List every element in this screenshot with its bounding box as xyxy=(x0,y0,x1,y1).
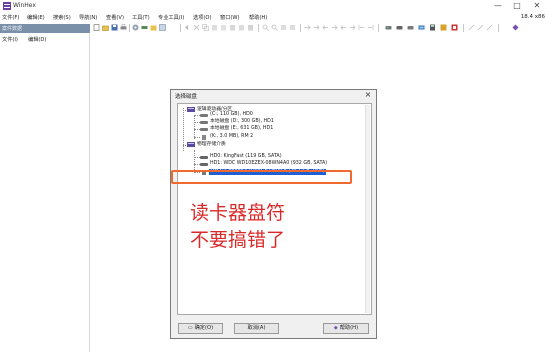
title-bar: WinHex — □ ✕ xyxy=(0,0,549,13)
drive-icon xyxy=(200,114,208,117)
dialog-close-button[interactable]: × xyxy=(363,90,373,99)
paste-icon[interactable] xyxy=(211,24,218,31)
winhex-help-icon[interactable] xyxy=(512,24,519,31)
menu-navigation[interactable]: 导航(N) xyxy=(79,14,97,21)
case-data-panel: 案件数据 文件(I) 编辑(D) xyxy=(0,24,90,352)
drive-icon xyxy=(200,128,208,131)
goto-offset-icon[interactable] xyxy=(304,24,311,31)
calculator-icon[interactable] xyxy=(429,24,436,31)
back-icon[interactable] xyxy=(322,24,329,31)
menu-search[interactable]: 搜索(S) xyxy=(53,14,71,21)
menu-tools[interactable]: 工具(T) xyxy=(132,14,150,21)
case-data-menu: 文件(I) 编辑(D) xyxy=(0,36,90,44)
drive-item-c[interactable]: (C:, 110 GB), HD0 xyxy=(210,112,253,118)
help-button-label: 帮助(H) xyxy=(339,325,359,331)
case-data-title: 案件数据 xyxy=(2,26,23,32)
folder-icon[interactable] xyxy=(150,24,157,31)
drive-item-d[interactable]: 本地磁盘 (D:, 300 GB), HD1 xyxy=(210,119,274,125)
physical-disk-hd1[interactable]: HD1: WDC WD10EZEX-08WN4A0 (932 GB, SATA) xyxy=(210,161,327,167)
annotation-text: 读卡器盘符 不要搞错了 xyxy=(190,202,286,251)
menu-view[interactable]: 查看(V) xyxy=(106,14,124,21)
open-disk-icon[interactable] xyxy=(385,24,392,31)
hash-icon[interactable] xyxy=(440,24,447,31)
hard-disk-icon xyxy=(200,163,208,166)
hard-disk-icon xyxy=(200,156,208,159)
ok-button-label: 确定(O) xyxy=(194,325,214,331)
ok-button[interactable]: ▭ 确定(O) xyxy=(178,323,223,334)
winhex-app-icon xyxy=(3,2,11,10)
last-sector-icon[interactable] xyxy=(367,24,374,31)
case-menu-file[interactable]: 文件(I) xyxy=(2,36,18,43)
ok-disk-icon: ▭ xyxy=(187,325,193,331)
selected-disk-highlight xyxy=(171,170,352,184)
open-file-icon[interactable] xyxy=(102,24,109,31)
case-menu-edit[interactable]: 编辑(D) xyxy=(28,36,46,43)
menu-edit[interactable]: 编辑(E) xyxy=(27,14,45,21)
next-sector-icon[interactable] xyxy=(349,24,356,31)
case-data-header: 案件数据 xyxy=(0,24,90,33)
drive-item-k[interactable]: (K:, 3.0 MB), RM 2 xyxy=(210,134,253,140)
menu-options[interactable]: 选项(O) xyxy=(193,14,212,21)
ram-editor-icon[interactable] xyxy=(418,24,425,31)
window-title: WinHex xyxy=(13,2,36,9)
drive-icon xyxy=(200,121,208,124)
ram-icon[interactable] xyxy=(141,24,148,31)
write-clipboard-icon[interactable] xyxy=(229,24,236,31)
undo-icon[interactable] xyxy=(184,24,191,31)
modify-data-icon[interactable] xyxy=(238,24,245,31)
paste-zero-icon[interactable] xyxy=(220,24,227,31)
replace-text-icon[interactable] xyxy=(280,24,287,31)
cancel-button-label: 取消(A) xyxy=(247,325,266,331)
physical-disk-hd0[interactable]: HD0: KingFast (119 GB, SATA) xyxy=(210,154,282,160)
properties-icon[interactable] xyxy=(159,24,166,31)
minimize-button[interactable]: — xyxy=(491,0,505,12)
removable-drive-icon xyxy=(202,135,206,140)
print-icon[interactable] xyxy=(120,24,127,31)
help-button[interactable]: ◆ 帮助(H) xyxy=(323,323,369,334)
tool-b-icon[interactable] xyxy=(477,24,484,31)
physical-media-group-icon xyxy=(187,142,195,147)
fill-block-icon[interactable] xyxy=(247,24,254,31)
version-label: 18.4 x86 xyxy=(520,14,545,20)
analyze-icon[interactable] xyxy=(451,24,458,31)
first-sector-icon[interactable] xyxy=(358,24,365,31)
drive-item-e[interactable]: 本地磁盘 (E:, 631 GB), HD1 xyxy=(210,126,273,132)
tool-c-icon[interactable] xyxy=(486,24,493,31)
menu-help[interactable]: 帮助(H) xyxy=(249,14,267,21)
help-icon: ◆ xyxy=(333,325,338,331)
cut-icon[interactable] xyxy=(193,24,200,31)
find-hex-icon[interactable] xyxy=(271,24,278,31)
replace-hex-icon[interactable] xyxy=(289,24,296,31)
menu-file[interactable]: 文件(F) xyxy=(2,14,19,21)
disk-image-icon[interactable] xyxy=(407,24,414,31)
partitions-group-icon xyxy=(187,107,195,112)
find-text-icon[interactable] xyxy=(262,24,269,31)
save-icon[interactable] xyxy=(111,24,118,31)
new-file-icon[interactable] xyxy=(93,24,100,31)
goto-sector-icon[interactable] xyxy=(313,24,320,31)
physical-media-group[interactable]: 物理存储介质 xyxy=(197,142,226,148)
copy-icon[interactable] xyxy=(202,24,209,31)
menu-specialist-tools[interactable]: 专业工具(I) xyxy=(158,14,184,21)
close-button[interactable]: ✕ xyxy=(530,0,544,12)
menu-bar: 文件(F) 编辑(E) 搜索(S) 导航(N) 查看(V) 工具(T) 专业工具… xyxy=(0,13,549,23)
clone-disk-icon[interactable] xyxy=(396,24,403,31)
forward-icon[interactable] xyxy=(331,24,338,31)
disk-icon[interactable] xyxy=(132,24,139,31)
maximize-button[interactable]: □ xyxy=(510,0,524,12)
cancel-button[interactable]: 取消(A) xyxy=(234,323,279,334)
dialog-title: 选择磁盘 xyxy=(175,94,198,100)
tool-a-icon[interactable] xyxy=(468,24,475,31)
menu-window[interactable]: 窗口(W) xyxy=(220,14,240,21)
previous-sector-icon[interactable] xyxy=(340,24,347,31)
